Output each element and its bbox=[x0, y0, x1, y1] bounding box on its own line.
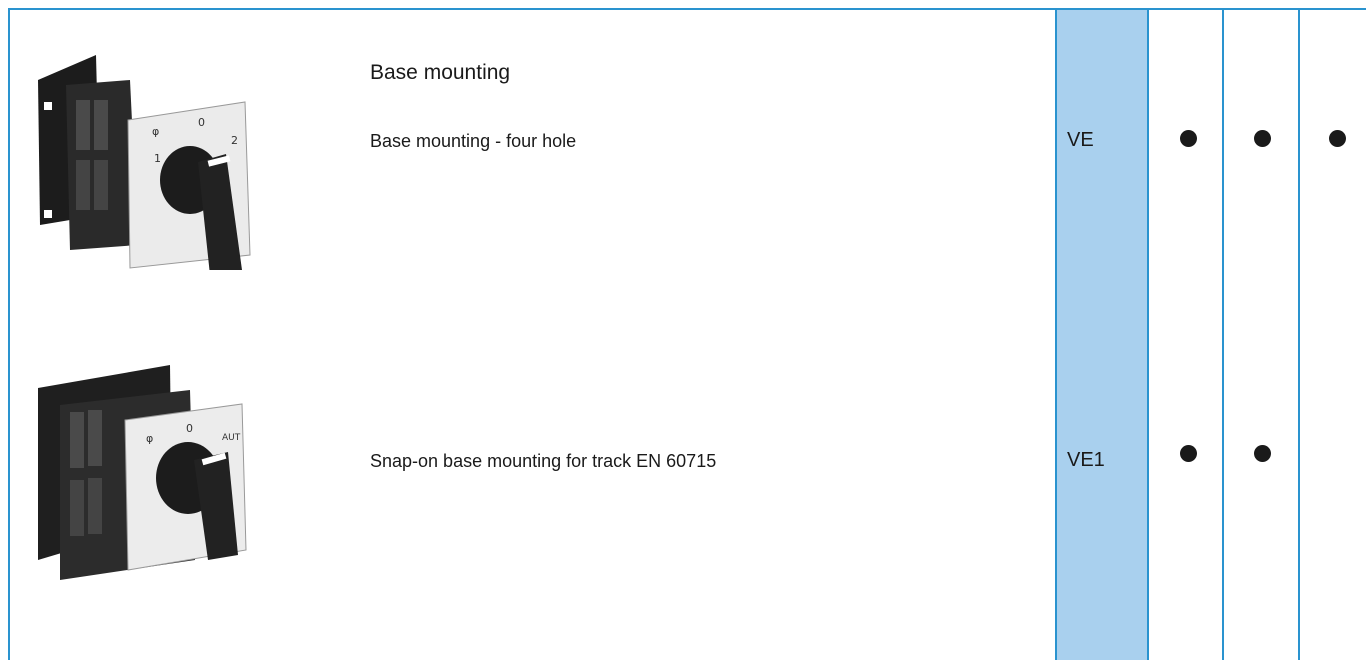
product-code: VE1 bbox=[1067, 449, 1105, 471]
column-divider bbox=[1055, 10, 1057, 660]
availability-dot bbox=[1180, 130, 1197, 147]
availability-dot bbox=[1329, 130, 1346, 147]
availability-dot bbox=[1254, 445, 1271, 462]
table-left-border bbox=[8, 8, 10, 660]
code-column-highlight bbox=[1057, 10, 1148, 660]
svg-text:φ: φ bbox=[146, 432, 153, 445]
row-description: Base mounting - four hole bbox=[370, 131, 577, 151]
svg-text:0: 0 bbox=[198, 116, 205, 129]
product-code: VE bbox=[1067, 129, 1094, 151]
svg-text:1: 1 bbox=[154, 152, 161, 165]
svg-text:2: 2 bbox=[231, 134, 238, 147]
product-image-four-hole: φ 0 2 1 bbox=[30, 40, 280, 275]
availability-dot bbox=[1254, 130, 1271, 147]
svg-text:φ: φ bbox=[152, 125, 159, 138]
column-divider bbox=[1222, 10, 1224, 660]
product-image-snap-on: φ 0 AUT bbox=[30, 360, 280, 595]
column-divider bbox=[1147, 10, 1149, 660]
row-description: Snap-on base mounting for track EN 60715 bbox=[370, 451, 717, 471]
svg-text:0: 0 bbox=[186, 422, 193, 435]
product-table: φ 0 2 1 Base mounting Base mounting - fo… bbox=[0, 0, 1366, 660]
row-title: Base mounting bbox=[370, 61, 511, 84]
svg-text:AUT: AUT bbox=[222, 433, 241, 443]
column-divider bbox=[1298, 10, 1300, 660]
availability-dot bbox=[1180, 445, 1197, 462]
table-top-border bbox=[8, 8, 1366, 10]
